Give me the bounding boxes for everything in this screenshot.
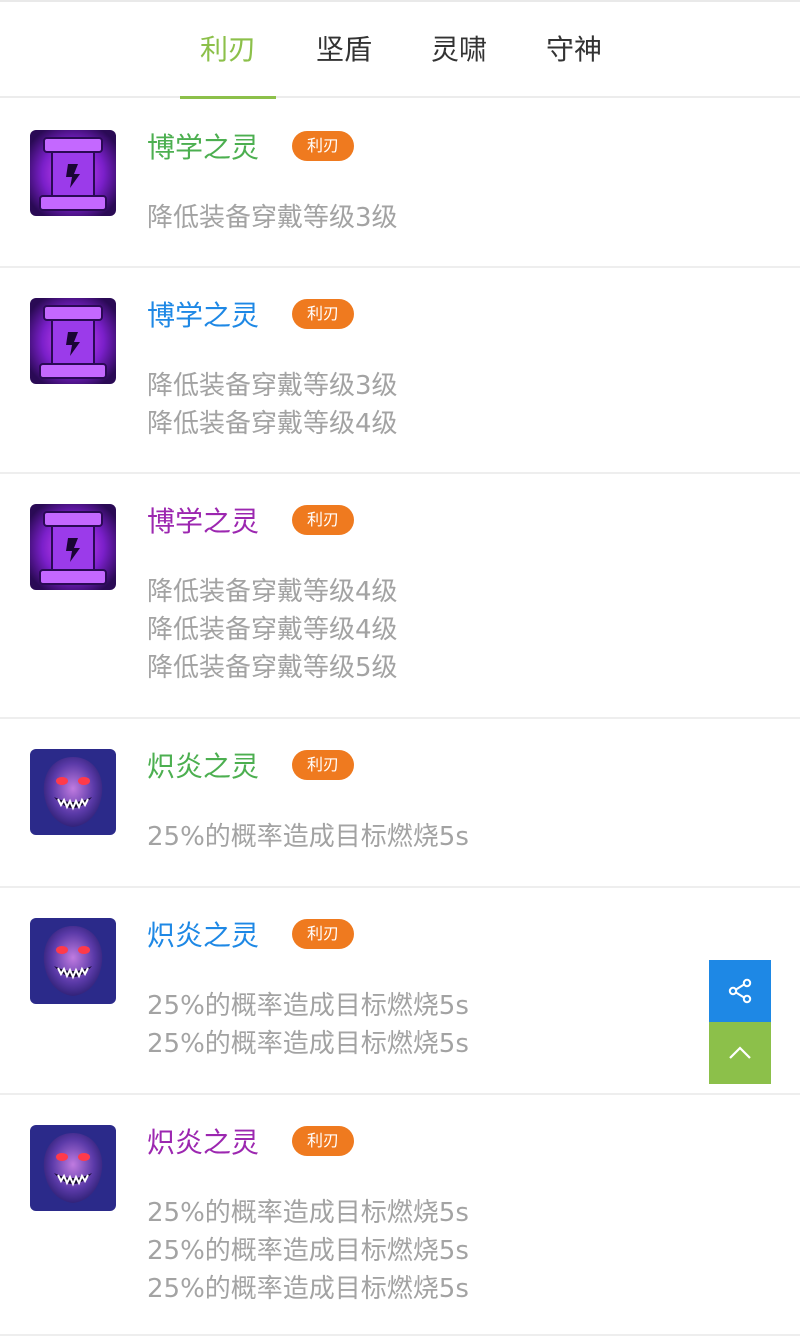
description-line: 25%的概率造成目标燃烧5s — [147, 1236, 469, 1266]
description-line: 降低装备穿戴等级4级 — [147, 409, 398, 439]
spirit-name: 炽炎之灵 — [147, 1126, 260, 1159]
type-badge: 利刃 — [292, 505, 354, 535]
tab-liren[interactable]: 利刃 — [180, 28, 276, 72]
spirit-name: 博学之灵 — [147, 505, 260, 538]
share-button[interactable] — [709, 960, 771, 1022]
back-to-top-button[interactable] — [709, 1022, 771, 1084]
list-item[interactable]: 博学之灵 利刃降低装备穿戴等级3级 — [0, 100, 800, 268]
spirit-description: 25%的概率造成目标燃烧5s — [147, 818, 469, 856]
spirit-description: 降低装备穿戴等级4级 降低装备穿戴等级4级 降低装备穿戴等级5级 — [147, 573, 398, 687]
description-line: 25%的概率造成目标燃烧5s — [147, 822, 469, 852]
description-line: 降低装备穿戴等级3级 — [147, 371, 398, 401]
flame-ghost-icon — [30, 749, 116, 835]
spirit-name: 炽炎之灵 — [147, 919, 260, 952]
description-line: 降低装备穿戴等级4级 — [147, 577, 398, 607]
description-line: 25%的概率造成目标燃烧5s — [147, 1198, 469, 1228]
active-tab-indicator — [180, 96, 276, 99]
description-line: 降低装备穿戴等级3级 — [147, 203, 398, 233]
list-item[interactable]: 博学之灵 利刃降低装备穿戴等级4级 降低装备穿戴等级4级 降低装备穿戴等级5级 — [0, 474, 800, 719]
spirit-name: 博学之灵 — [147, 299, 260, 332]
spirit-name: 炽炎之灵 — [147, 750, 260, 783]
list-item[interactable]: 炽炎之灵 利刃 25%的概率造成目标燃烧5s 25%的概率造成目标燃烧5s — [0, 888, 800, 1095]
type-badge: 利刃 — [292, 750, 354, 780]
tab-shoushen[interactable]: 守神 — [526, 28, 622, 72]
purple-pillar-icon — [30, 298, 116, 384]
tab-bar: 利刃 坚盾 灵啸 守神 — [0, 0, 800, 99]
type-badge: 利刃 — [292, 919, 354, 949]
spirit-description: 25%的概率造成目标燃烧5s 25%的概率造成目标燃烧5s 25%的概率造成目标燃烧… — [147, 1194, 469, 1308]
purple-pillar-icon — [30, 130, 116, 216]
spirit-description: 25%的概率造成目标燃烧5s 25%的概率造成目标燃烧5s — [147, 987, 469, 1063]
type-badge: 利刃 — [292, 131, 354, 161]
type-badge: 利刃 — [292, 299, 354, 329]
spirit-description: 降低装备穿戴等级3级 — [147, 199, 398, 237]
share-icon — [728, 978, 752, 1004]
purple-pillar-icon — [30, 504, 116, 590]
spirit-description: 降低装备穿戴等级3级 降低装备穿戴等级4级 — [147, 367, 398, 443]
description-line: 25%的概率造成目标燃烧5s — [147, 1029, 469, 1059]
list-item[interactable]: 炽炎之灵 利刃 25%的概率造成目标燃烧5s 25%的概率造成目标燃烧5s 25%的概率… — [0, 1095, 800, 1336]
tab-jiandun[interactable]: 坚盾 — [296, 28, 392, 72]
flame-ghost-icon — [30, 918, 116, 1004]
chevron-up-icon — [729, 1046, 751, 1059]
description-line: 25%的概率造成目标燃烧5s — [147, 991, 469, 1021]
description-line: 降低装备穿戴等级4级 — [147, 615, 398, 645]
tab-lingxiao[interactable]: 灵啸 — [411, 28, 507, 72]
type-badge: 利刃 — [292, 1126, 354, 1156]
list-item[interactable]: 博学之灵 利刃降低装备穿戴等级3级 降低装备穿戴等级4级 — [0, 268, 800, 474]
flame-ghost-icon — [30, 1125, 116, 1211]
spirit-name: 博学之灵 — [147, 131, 260, 164]
list-item[interactable]: 炽炎之灵 利刃 25%的概率造成目标燃烧5s — [0, 719, 800, 888]
description-line: 降低装备穿戴等级5级 — [147, 653, 398, 683]
description-line: 25%的概率造成目标燃烧5s — [147, 1274, 469, 1304]
